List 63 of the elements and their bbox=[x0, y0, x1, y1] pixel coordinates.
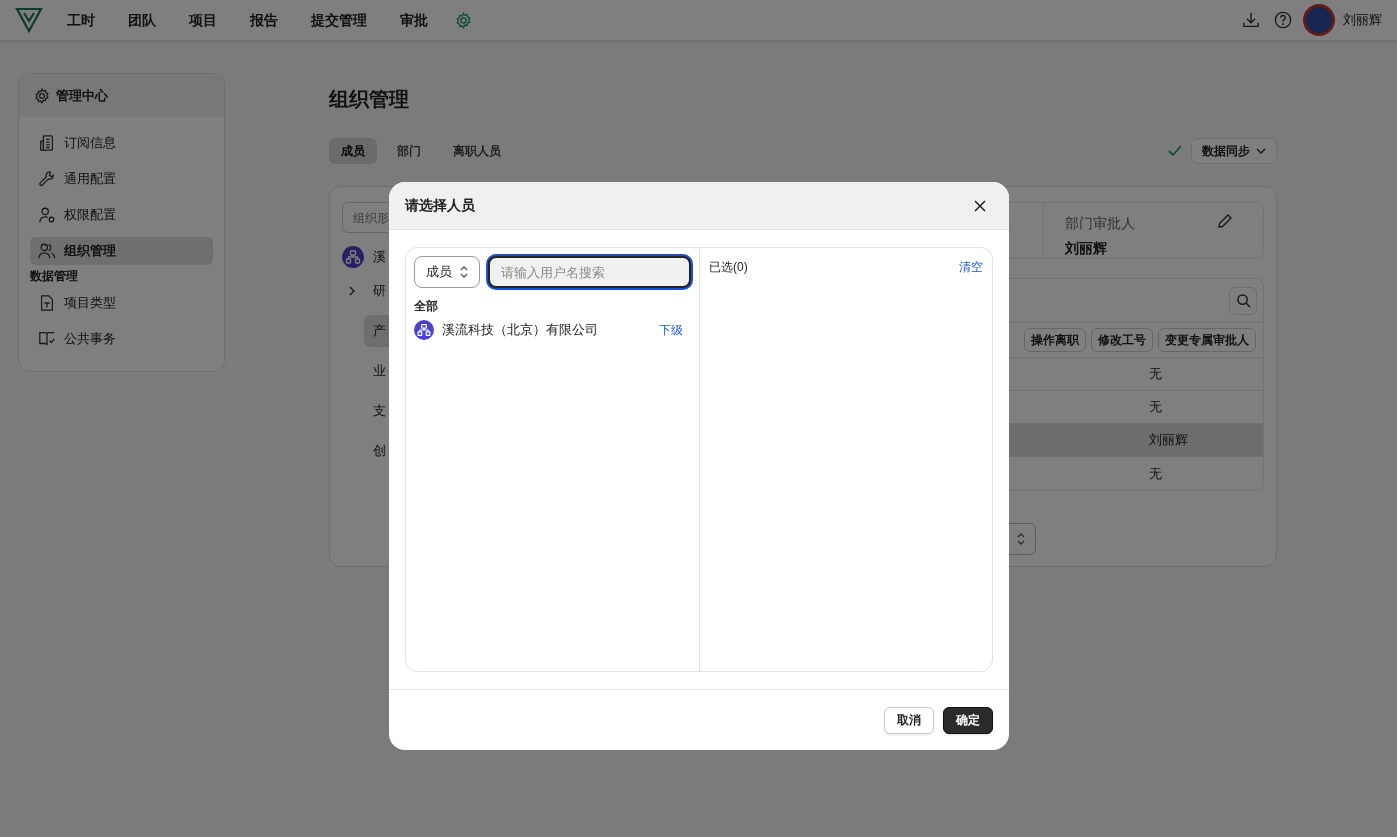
confirm-button[interactable]: 确定 bbox=[943, 706, 993, 734]
chevron-down-icon bbox=[1256, 148, 1266, 154]
help-icon[interactable] bbox=[1274, 11, 1292, 29]
chevron-right-icon[interactable] bbox=[347, 286, 357, 296]
org-chart-icon bbox=[414, 320, 434, 340]
user-name[interactable]: 刘丽辉 bbox=[1343, 10, 1382, 30]
nav-link[interactable]: 提交管理 bbox=[311, 9, 367, 31]
nav-link[interactable]: 报告 bbox=[250, 9, 278, 31]
building-icon bbox=[38, 134, 56, 152]
username-search-field[interactable]: 请输入用户名搜索 bbox=[488, 256, 691, 288]
cancel-button[interactable]: 取消 bbox=[884, 706, 934, 734]
download-icon[interactable] bbox=[1242, 11, 1260, 29]
subordinate-link[interactable]: 下级 bbox=[659, 321, 683, 339]
page-title: 组织管理 bbox=[329, 87, 410, 112]
logo-icon[interactable] bbox=[15, 7, 43, 33]
sidebar-title: 管理中心 bbox=[56, 86, 108, 105]
chevron-up-down-icon bbox=[458, 265, 469, 279]
book-icon bbox=[38, 330, 56, 348]
sidebar-item[interactable]: 组织管理 bbox=[30, 237, 213, 265]
approver-label: 部门审批人 bbox=[1065, 215, 1135, 231]
nav-link[interactable]: 项目 bbox=[189, 9, 217, 31]
tab[interactable]: 离职人员 bbox=[441, 138, 513, 164]
table-cell-text: 刘丽辉 bbox=[1149, 431, 1188, 450]
member-type-select[interactable]: 成员 bbox=[414, 256, 480, 288]
users-icon bbox=[38, 242, 56, 260]
tab[interactable]: 成员 bbox=[329, 138, 377, 164]
dialog-title: 请选择人员 bbox=[405, 196, 475, 215]
action-button[interactable]: 操作离职 bbox=[1024, 328, 1086, 352]
close-icon[interactable] bbox=[974, 199, 986, 212]
group-label: 全部 bbox=[414, 298, 439, 315]
search-icon bbox=[1235, 293, 1251, 308]
org-chart-icon bbox=[342, 246, 364, 268]
sidebar-item[interactable]: 公共事务 bbox=[30, 325, 213, 353]
selected-count: 已选(0) bbox=[709, 259, 748, 276]
user-gear-icon bbox=[38, 206, 56, 224]
section-title: 数据管理 bbox=[30, 268, 79, 285]
nav-link[interactable]: 审批 bbox=[400, 9, 428, 31]
action-button[interactable]: 变更专属审批人 bbox=[1158, 328, 1256, 352]
sync-dropdown[interactable]: 数据同步 bbox=[1191, 138, 1277, 164]
pencil-icon[interactable] bbox=[1217, 213, 1233, 229]
wrench-icon bbox=[38, 170, 56, 188]
file-icon bbox=[38, 294, 56, 312]
nav-link[interactable]: 团队 bbox=[128, 9, 156, 31]
action-button[interactable]: 修改工号 bbox=[1091, 328, 1153, 352]
org-name[interactable]: 溪流科技（北京）有限公司 bbox=[442, 320, 598, 340]
search-button[interactable] bbox=[1229, 286, 1257, 315]
sidebar-item[interactable]: 订阅信息 bbox=[30, 129, 213, 157]
avatar[interactable] bbox=[1303, 4, 1335, 36]
settings-icon bbox=[34, 87, 50, 104]
sidebar-item[interactable]: 通用配置 bbox=[30, 165, 213, 193]
approver-value: 刘丽辉 bbox=[1065, 239, 1108, 258]
table-cell-text: 无 bbox=[1149, 464, 1162, 483]
nav-link[interactable]: 工时 bbox=[67, 9, 95, 31]
check-icon bbox=[1168, 145, 1182, 157]
table-cell-text: 无 bbox=[1149, 365, 1162, 384]
tree-item[interactable]: 溪 bbox=[373, 247, 386, 267]
table-cell-text: 无 bbox=[1149, 398, 1162, 417]
tab[interactable]: 部门 bbox=[385, 138, 433, 164]
sidebar-item[interactable]: 项目类型 bbox=[30, 289, 213, 317]
clear-link[interactable]: 清空 bbox=[959, 258, 983, 276]
sidebar-item[interactable]: 权限配置 bbox=[30, 201, 213, 229]
settings-icon[interactable] bbox=[455, 11, 472, 29]
chevron-up-down-icon bbox=[1016, 532, 1026, 546]
